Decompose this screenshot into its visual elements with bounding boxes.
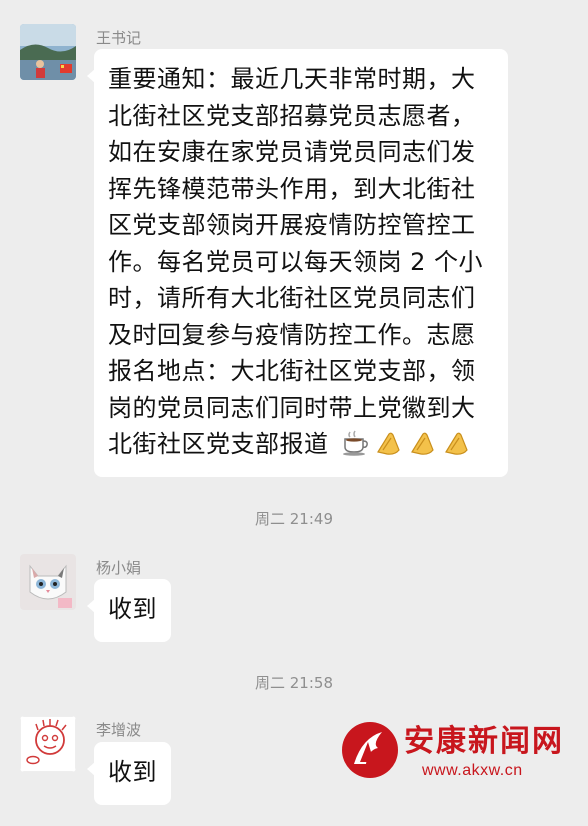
- message-bubble[interactable]: 收到: [87, 742, 171, 805]
- message-line: 挥先锋模范带头作用，到大北街社: [108, 174, 476, 203]
- avatar[interactable]: [20, 716, 76, 772]
- message-line: 报名地点：大北街社区党支部，领: [108, 357, 476, 385]
- avatar-doodle-icon: [20, 716, 76, 772]
- message-line: 重要通知：最近几天非常时期，大: [108, 65, 476, 93]
- message-line: 如在安康在家党员请党员同志们发: [108, 138, 476, 166]
- timestamp: 周二 21:58: [255, 674, 333, 692]
- avatar-photo-icon: [20, 24, 76, 80]
- clap-icon: [444, 432, 468, 455]
- message-line: 北街社区党支部招募党员志愿者，: [108, 101, 476, 130]
- message-line-last: 北街社区党支部报道: [108, 426, 494, 463]
- sender-name: 王书记: [96, 29, 142, 47]
- message-bubble[interactable]: 重要通知：最近几天非常时期，大 北街社区党支部招募党员志愿者， 如在安康在家党员…: [87, 49, 508, 477]
- watermark-emblem-icon: [342, 722, 398, 778]
- sender-name: 李增波: [96, 721, 142, 739]
- avatar[interactable]: [20, 554, 76, 610]
- watermark-logo: 安康新闻网 www.akxw.cn: [338, 712, 578, 792]
- chat-message: 杨小娟 收到: [0, 540, 588, 650]
- avatar[interactable]: [20, 24, 76, 80]
- clap-icon: [376, 432, 400, 455]
- clap-icon: [410, 432, 434, 455]
- coffee-icon: [342, 430, 368, 456]
- message-line: 北街社区党支部报道: [108, 430, 329, 458]
- timestamp: 周二 21:49: [255, 510, 333, 528]
- watermark-url: www.akxw.cn: [422, 762, 523, 779]
- message-line: 及时回复参与疫情防控工作。志愿: [108, 320, 476, 349]
- sender-name: 杨小娟: [96, 559, 142, 577]
- message-line: 岗的党员同志们同时带上党徽到大: [108, 393, 476, 422]
- message-line: 时，请所有大北街社区党员同志们: [108, 284, 476, 312]
- emoji-row: [341, 430, 471, 456]
- chat-message: 王书记 重要通知：最近几天非常时期，大 北街社区党支部招募党员志愿者， 如在安康…: [0, 0, 588, 480]
- message-line: 作。每名党员可以每天领岗 2 个小: [108, 247, 484, 276]
- watermark-title: 安康新闻网: [404, 724, 564, 759]
- message-bubble[interactable]: 收到: [87, 579, 171, 642]
- message-line: 区党支部领岗开展疫情防控管控工: [108, 211, 476, 239]
- avatar-cat-icon: [20, 554, 76, 610]
